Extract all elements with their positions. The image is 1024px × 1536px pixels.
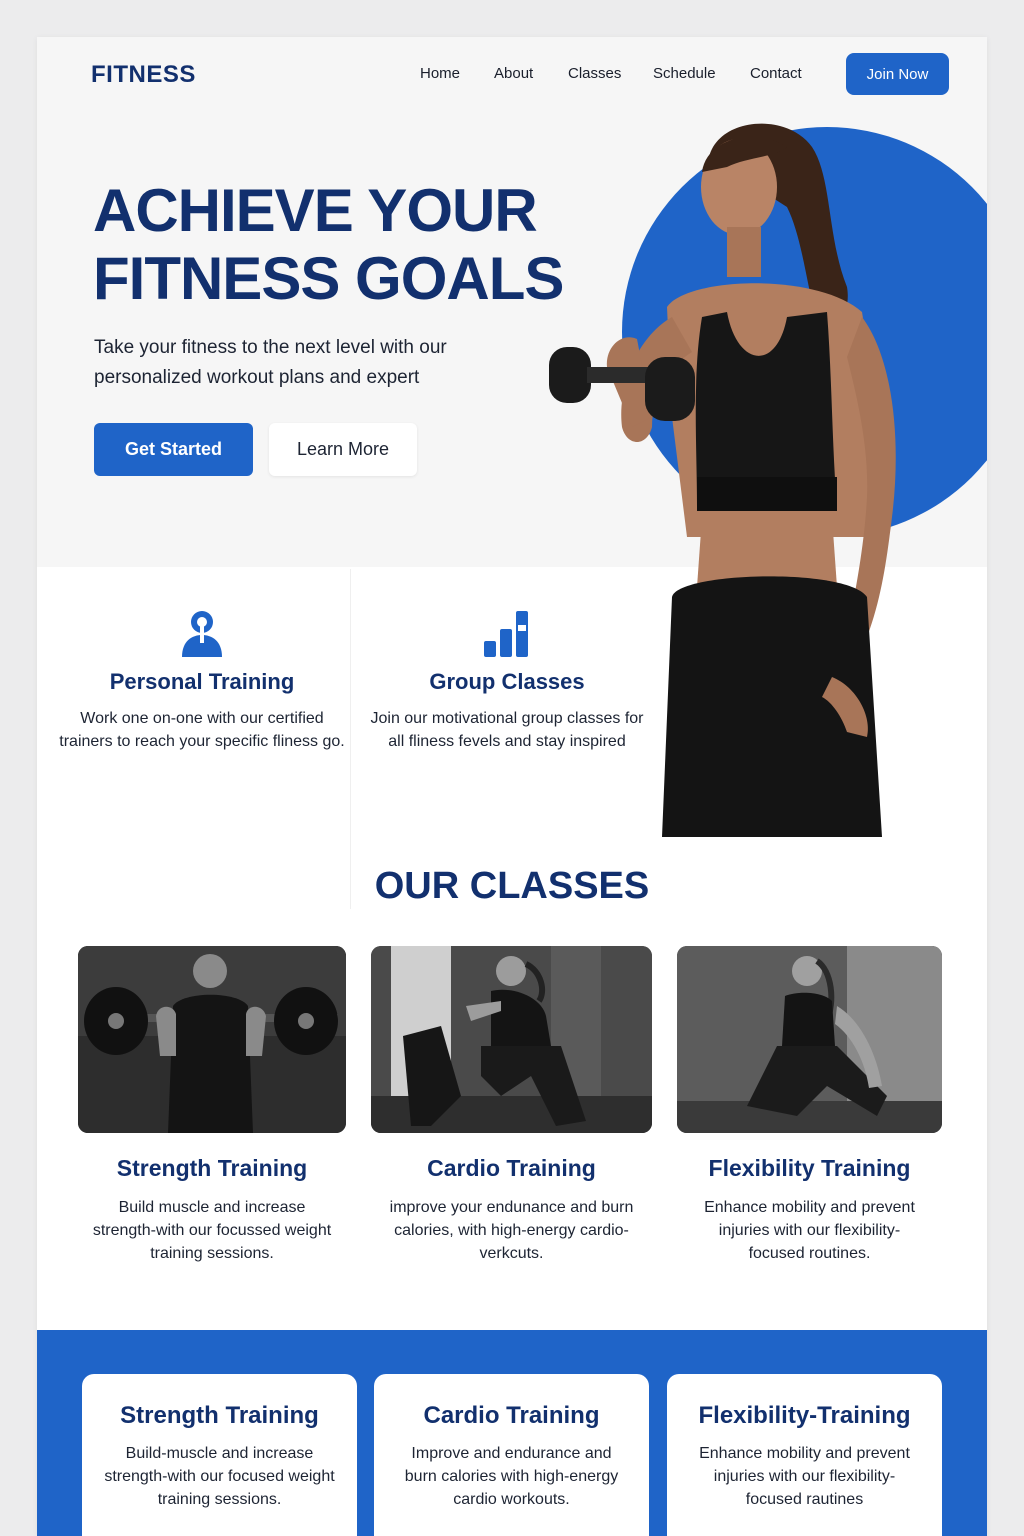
learn-more-button[interactable]: Learn More (269, 423, 417, 476)
nav-home[interactable]: Home (420, 65, 460, 82)
person-pin-icon (182, 611, 222, 657)
feature-title: Personal Training (109, 669, 295, 694)
feature-divider (350, 569, 351, 909)
main-nav: Home About Classes Schedule Contact (37, 65, 987, 89)
band-card-title: Cardio Training (423, 1402, 600, 1429)
class-title: Cardio Training (427, 1155, 596, 1181)
class-card-flexibility[interactable]: Flexibility Training Enhance mobility an… (677, 946, 942, 1265)
landing-page: FITNESS Home About Classes Schedule Cont… (37, 37, 987, 1536)
nav-classes[interactable]: Classes (568, 65, 621, 82)
feature-title: Group Classes (429, 669, 585, 694)
feature-text: Join our motivational group classes for … (370, 710, 644, 750)
bar-chart-icon (484, 611, 528, 657)
class-title: Flexibility Training (708, 1155, 911, 1181)
band-card-strength[interactable]: Strength Training Build-muscle and incre… (82, 1374, 357, 1536)
class-description: Build muscle and increase strength-with … (92, 1199, 332, 1262)
band-card-title: Flexibility-Training (698, 1402, 911, 1429)
join-now-button[interactable]: Join Now (846, 53, 949, 95)
feature-group-classes[interactable]: Group Classes Join our motivational grou… (362, 607, 652, 753)
class-title: Strength Training (116, 1155, 308, 1181)
class-card-strength[interactable]: Strength Training Build muscle and incre… (78, 946, 346, 1265)
feature-personal-training[interactable]: Personal Training Work one on-one with o… (57, 607, 347, 753)
band-card-cardio[interactable]: Cardio Training Improve and endurance an… (374, 1374, 649, 1536)
band-card-text: Improve and endurance and burn calories … (404, 1445, 619, 1508)
class-description: Enhance mobility and prevent injuries wi… (704, 1199, 915, 1262)
nav-about[interactable]: About (494, 65, 533, 82)
flexibility-training-image (677, 946, 942, 1133)
band-card-title: Strength Training (120, 1402, 319, 1429)
nav-contact[interactable]: Contact (750, 65, 802, 82)
band-card-flexibility[interactable]: Flexibility-Training Enhance mobility an… (667, 1374, 942, 1536)
feature-text: Work one on-one with our certified train… (59, 710, 345, 750)
nav-schedule[interactable]: Schedule (653, 65, 716, 82)
cardio-training-image (371, 946, 652, 1133)
strength-training-image (78, 946, 346, 1133)
class-description: improve your endunance and burn calories… (389, 1199, 634, 1262)
get-started-button[interactable]: Get Started (94, 423, 253, 476)
class-card-cardio[interactable]: Cardio Training improve your endunance a… (371, 946, 652, 1265)
featured-programs-band: Strength Training Build-muscle and incre… (37, 1330, 987, 1536)
band-card-text: Enhance mobility and prevent injuries wi… (699, 1445, 910, 1508)
our-classes-title: OUR CLASSES (374, 865, 650, 907)
band-card-text: Build-muscle and increase strength-with … (104, 1445, 335, 1508)
hero-subtitle: Take your fitness to the next level with… (94, 337, 447, 388)
